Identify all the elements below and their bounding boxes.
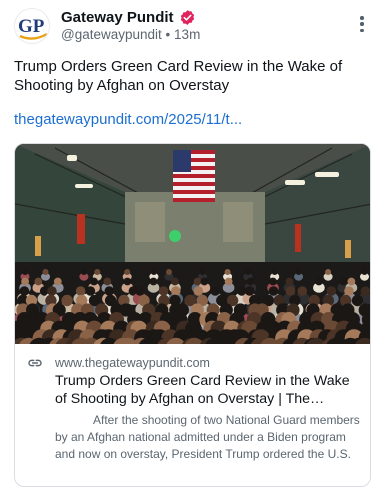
post-link[interactable]: thegatewaypundit.com/2025/11/t...	[14, 111, 242, 128]
more-options-icon[interactable]	[352, 14, 372, 34]
gateway-pundit-logo: GP	[15, 9, 49, 43]
link-preview-card[interactable]: www.thegatewaypundit.com Trump Orders Gr…	[14, 143, 371, 487]
avatar[interactable]: GP	[14, 8, 50, 44]
card-domain: www.thegatewaypundit.com	[55, 355, 210, 370]
meta-separator: •	[165, 27, 171, 42]
name-row: Gateway Pundit	[61, 8, 196, 26]
card-image	[15, 144, 370, 344]
verified-badge-icon	[180, 9, 194, 25]
card-description: After the shooting of two National Guard…	[55, 413, 360, 461]
card-domain-row: www.thegatewaypundit.com	[27, 355, 360, 370]
post-meta: @gatewaypundit • 13m	[61, 27, 200, 42]
post-text: Trump Orders Green Card Review in the Wa…	[14, 58, 343, 94]
link-icon	[28, 359, 42, 366]
display-name[interactable]: Gateway Pundit	[61, 9, 174, 26]
avatar-logo-text: GP	[18, 16, 45, 37]
handle[interactable]: @gatewaypundit	[61, 27, 162, 42]
post-time[interactable]: 13m	[174, 27, 200, 42]
card-body: www.thegatewaypundit.com Trump Orders Gr…	[15, 345, 370, 463]
post-header: GP Gateway Pundit @gatewaypundit • 13m	[0, 0, 386, 50]
card-title[interactable]: Trump Orders Green Card Review in the Wa…	[55, 372, 360, 408]
